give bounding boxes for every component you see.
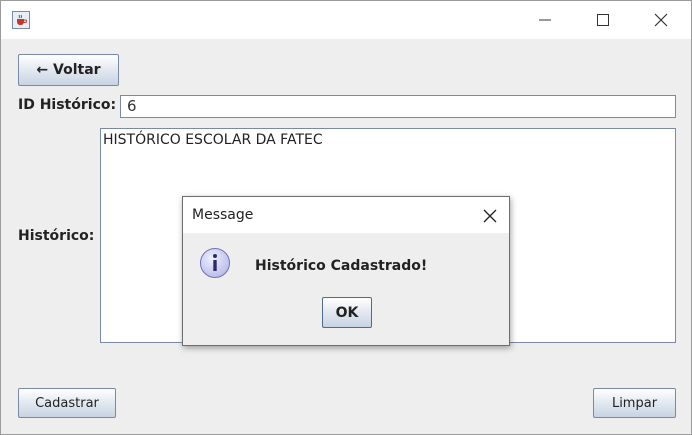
- minimize-icon[interactable]: [536, 11, 554, 29]
- maximize-icon[interactable]: [594, 11, 612, 29]
- message-dialog: Message Histórico Cadastrado! OK: [182, 196, 510, 346]
- back-button[interactable]: ← Voltar: [18, 54, 119, 86]
- close-icon[interactable]: [652, 11, 670, 29]
- limpar-button[interactable]: Limpar: [593, 388, 676, 418]
- historico-label: Histórico:: [18, 228, 95, 244]
- dialog-title: Message: [192, 207, 254, 223]
- id-historico-label: ID Histórico:: [18, 97, 117, 113]
- info-icon: [199, 247, 231, 279]
- title-bar[interactable]: [1, 1, 691, 39]
- java-coffee-icon: [12, 11, 30, 29]
- ok-button[interactable]: OK: [322, 297, 372, 328]
- id-historico-field[interactable]: 6: [120, 95, 676, 118]
- cadastrar-button[interactable]: Cadastrar: [18, 388, 116, 418]
- dialog-close-icon[interactable]: [483, 208, 497, 223]
- dialog-message: Histórico Cadastrado!: [255, 258, 428, 274]
- dialog-title-bar[interactable]: Message: [183, 197, 509, 233]
